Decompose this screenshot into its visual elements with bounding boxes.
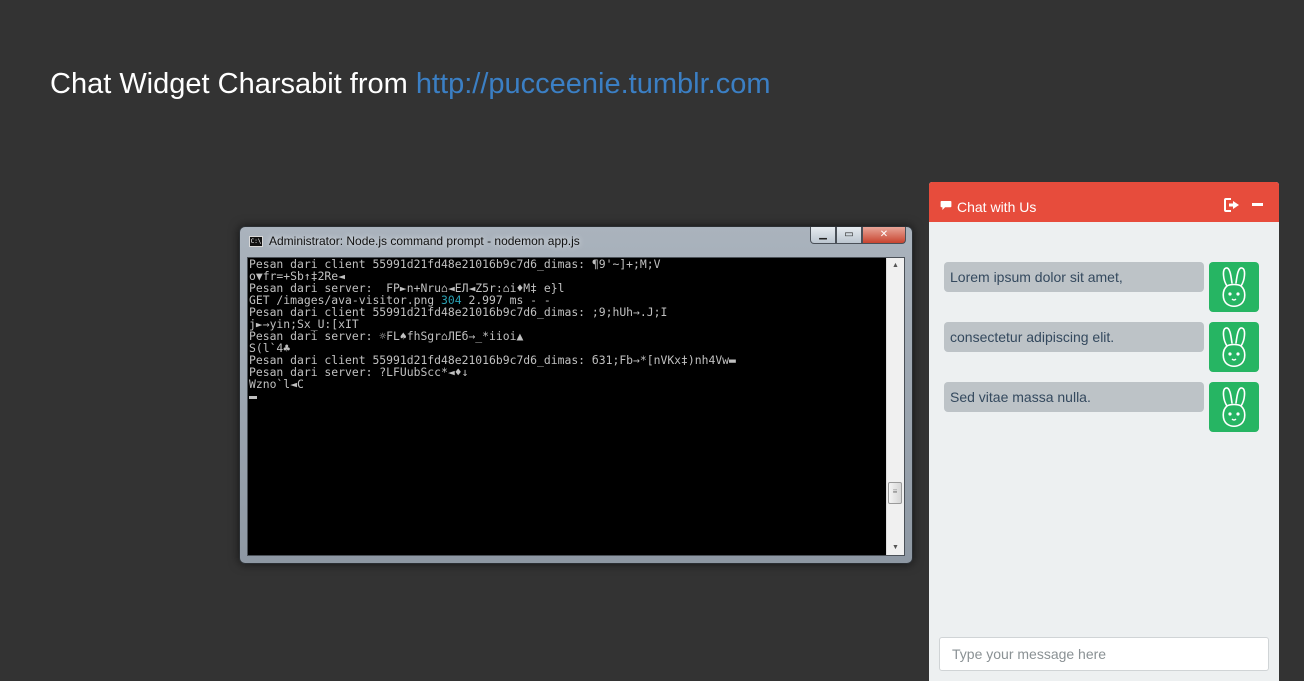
console-body[interactable]: Pesan dari client 55991d21fd48e21016b9c7… bbox=[247, 257, 905, 556]
page-heading-text: Chat Widget Charsabit from bbox=[50, 68, 416, 100]
scroll-up-icon[interactable]: ▲ bbox=[887, 258, 904, 273]
bunny-icon bbox=[1222, 387, 1246, 428]
console-window[interactable]: C:\ Administrator: Node.js command promp… bbox=[239, 226, 913, 564]
chat-header[interactable]: Chat with Us bbox=[929, 182, 1279, 222]
scroll-down-icon[interactable]: ▼ bbox=[887, 540, 904, 555]
chat-message: Sed vitae massa nulla. bbox=[944, 382, 1259, 432]
minimize-icon[interactable] bbox=[1252, 203, 1263, 206]
chat-message: Lorem ipsum dolor sit amet, bbox=[944, 262, 1259, 312]
console-scrollbar[interactable]: ▲ ≡ ▼ bbox=[886, 258, 904, 555]
avatar bbox=[1209, 322, 1259, 372]
close-icon: ✕ bbox=[879, 229, 889, 240]
avatar bbox=[1209, 382, 1259, 432]
bunny-icon bbox=[1222, 327, 1246, 368]
tumblr-link[interactable]: http://pucceenie.tumblr.com bbox=[416, 68, 771, 100]
chat-widget: Chat with Us Lorem ipsum dolor sit amet,… bbox=[929, 182, 1279, 681]
console-line: Wzno`l◄C bbox=[249, 377, 304, 391]
chat-message: consectetur adipiscing elit. bbox=[944, 322, 1259, 372]
message-input[interactable] bbox=[939, 637, 1269, 671]
close-button[interactable]: ✕ bbox=[862, 227, 906, 244]
console-line: Pesan dari server: ?LFUubScc*◄♦↓ bbox=[249, 365, 469, 379]
comment-icon bbox=[940, 201, 952, 210]
console-titlebar[interactable]: C:\ Administrator: Node.js command promp… bbox=[240, 227, 912, 255]
console-line: Pesan dari server: ☼FL♠fhSgr⌂ЛЕб→_*iioi▲ bbox=[249, 329, 524, 343]
console-icon: C:\ bbox=[249, 236, 263, 247]
minimize-button[interactable]: ▁ bbox=[810, 227, 836, 244]
maximize-icon: ▭ bbox=[844, 229, 854, 240]
chat-messages: Lorem ipsum dolor sit amet, consectetur … bbox=[944, 262, 1259, 442]
console-output: Pesan dari client 55991d21fd48e21016b9c7… bbox=[249, 258, 885, 555]
message-bubble: consectetur adipiscing elit. bbox=[944, 322, 1204, 352]
avatar bbox=[1209, 262, 1259, 312]
minimize-icon: ▁ bbox=[819, 229, 827, 240]
message-bubble: Sed vitae massa nulla. bbox=[944, 382, 1204, 412]
maximize-button[interactable]: ▭ bbox=[836, 227, 862, 244]
scroll-thumb[interactable]: ≡ bbox=[888, 482, 902, 504]
console-cursor bbox=[249, 396, 257, 399]
sign-out-icon[interactable] bbox=[1224, 198, 1240, 212]
console-title: Administrator: Node.js command prompt - … bbox=[269, 234, 580, 248]
page-heading: Chat Widget Charsabit from http://puccee… bbox=[50, 68, 771, 101]
message-bubble: Lorem ipsum dolor sit amet, bbox=[944, 262, 1204, 292]
window-controls: ▁ ▭ ✕ bbox=[810, 227, 906, 245]
bunny-icon bbox=[1222, 267, 1246, 308]
chat-title: Chat with Us bbox=[957, 199, 1037, 215]
